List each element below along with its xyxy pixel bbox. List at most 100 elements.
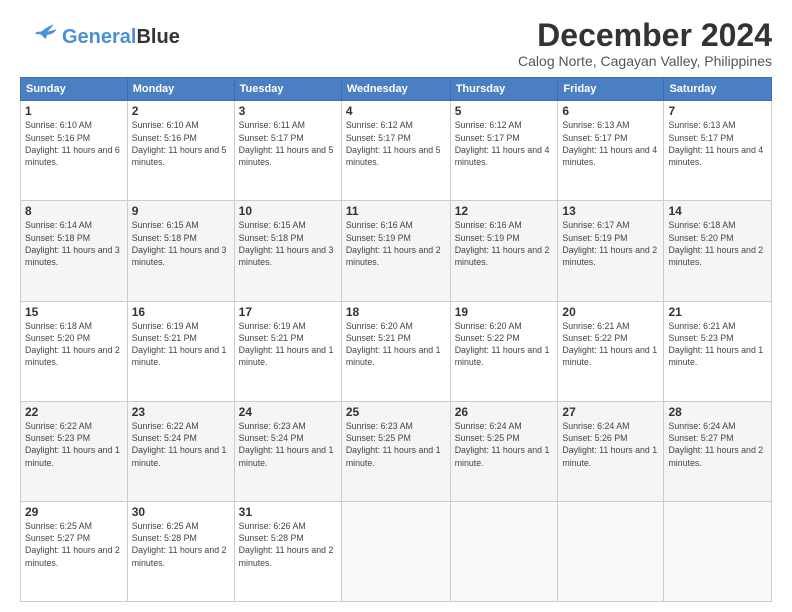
calendar-cell: 29 Sunrise: 6:25 AM Sunset: 5:27 PM Dayl…	[21, 501, 128, 601]
sunrise-text: Sunrise: 6:19 AM	[132, 321, 199, 331]
sunrise-text: Sunrise: 6:10 AM	[25, 120, 92, 130]
day-number: 3	[239, 104, 337, 118]
day-number: 8	[25, 204, 123, 218]
day-number: 27	[562, 405, 659, 419]
calendar-cell: 14 Sunrise: 6:18 AM Sunset: 5:20 PM Dayl…	[664, 201, 772, 301]
daylight-text: Daylight: 11 hours and 1 minute.	[562, 345, 657, 367]
sunset-text: Sunset: 5:19 PM	[346, 233, 411, 243]
logo-blue: Blue	[136, 26, 179, 48]
day-number: 26	[455, 405, 554, 419]
logo: GeneralBlue	[20, 18, 180, 56]
day-number: 24	[239, 405, 337, 419]
sunset-text: Sunset: 5:19 PM	[562, 233, 627, 243]
daylight-text: Daylight: 11 hours and 2 minutes.	[132, 545, 227, 567]
sunset-text: Sunset: 5:17 PM	[239, 133, 304, 143]
calendar-cell: 9 Sunrise: 6:15 AM Sunset: 5:18 PM Dayli…	[127, 201, 234, 301]
calendar-cell: 23 Sunrise: 6:22 AM Sunset: 5:24 PM Dayl…	[127, 401, 234, 501]
col-saturday: Saturday	[664, 78, 772, 101]
day-info: Sunrise: 6:23 AM Sunset: 5:25 PM Dayligh…	[346, 420, 446, 469]
calendar-cell: 6 Sunrise: 6:13 AM Sunset: 5:17 PM Dayli…	[558, 101, 664, 201]
sunset-text: Sunset: 5:21 PM	[346, 333, 411, 343]
sunset-text: Sunset: 5:24 PM	[132, 433, 197, 443]
calendar-cell: 30 Sunrise: 6:25 AM Sunset: 5:28 PM Dayl…	[127, 501, 234, 601]
daylight-text: Daylight: 11 hours and 1 minute.	[455, 345, 550, 367]
calendar-cell: 15 Sunrise: 6:18 AM Sunset: 5:20 PM Dayl…	[21, 301, 128, 401]
day-info: Sunrise: 6:17 AM Sunset: 5:19 PM Dayligh…	[562, 219, 659, 268]
daylight-text: Daylight: 11 hours and 2 minutes.	[25, 545, 120, 567]
day-info: Sunrise: 6:20 AM Sunset: 5:21 PM Dayligh…	[346, 320, 446, 369]
sunrise-text: Sunrise: 6:22 AM	[132, 421, 199, 431]
day-number: 5	[455, 104, 554, 118]
calendar-cell: 27 Sunrise: 6:24 AM Sunset: 5:26 PM Dayl…	[558, 401, 664, 501]
sunset-text: Sunset: 5:16 PM	[25, 133, 90, 143]
day-info: Sunrise: 6:19 AM Sunset: 5:21 PM Dayligh…	[132, 320, 230, 369]
daylight-text: Daylight: 11 hours and 2 minutes.	[239, 545, 334, 567]
sunset-text: Sunset: 5:18 PM	[132, 233, 197, 243]
calendar-cell: 7 Sunrise: 6:13 AM Sunset: 5:17 PM Dayli…	[664, 101, 772, 201]
sunset-text: Sunset: 5:25 PM	[346, 433, 411, 443]
calendar-cell: 21 Sunrise: 6:21 AM Sunset: 5:23 PM Dayl…	[664, 301, 772, 401]
daylight-text: Daylight: 11 hours and 3 minutes.	[132, 245, 227, 267]
day-number: 31	[239, 505, 337, 519]
location: Calog Norte, Cagayan Valley, Philippines	[518, 53, 772, 69]
day-number: 20	[562, 305, 659, 319]
calendar-cell: 10 Sunrise: 6:15 AM Sunset: 5:18 PM Dayl…	[234, 201, 341, 301]
day-info: Sunrise: 6:19 AM Sunset: 5:21 PM Dayligh…	[239, 320, 337, 369]
daylight-text: Daylight: 11 hours and 1 minute.	[668, 345, 763, 367]
day-info: Sunrise: 6:20 AM Sunset: 5:22 PM Dayligh…	[455, 320, 554, 369]
calendar-cell	[664, 501, 772, 601]
day-info: Sunrise: 6:10 AM Sunset: 5:16 PM Dayligh…	[25, 119, 123, 168]
day-number: 29	[25, 505, 123, 519]
sunset-text: Sunset: 5:21 PM	[239, 333, 304, 343]
calendar-week-5: 29 Sunrise: 6:25 AM Sunset: 5:27 PM Dayl…	[21, 501, 772, 601]
calendar-cell: 5 Sunrise: 6:12 AM Sunset: 5:17 PM Dayli…	[450, 101, 558, 201]
daylight-text: Daylight: 11 hours and 2 minutes.	[668, 445, 763, 467]
day-number: 30	[132, 505, 230, 519]
day-number: 23	[132, 405, 230, 419]
sunset-text: Sunset: 5:27 PM	[668, 433, 733, 443]
sunrise-text: Sunrise: 6:18 AM	[25, 321, 92, 331]
day-number: 25	[346, 405, 446, 419]
daylight-text: Daylight: 11 hours and 2 minutes.	[455, 245, 550, 267]
day-info: Sunrise: 6:21 AM Sunset: 5:22 PM Dayligh…	[562, 320, 659, 369]
sunset-text: Sunset: 5:16 PM	[132, 133, 197, 143]
day-number: 11	[346, 204, 446, 218]
sunrise-text: Sunrise: 6:26 AM	[239, 521, 306, 531]
calendar-cell: 11 Sunrise: 6:16 AM Sunset: 5:19 PM Dayl…	[341, 201, 450, 301]
calendar-cell: 4 Sunrise: 6:12 AM Sunset: 5:17 PM Dayli…	[341, 101, 450, 201]
sunrise-text: Sunrise: 6:12 AM	[346, 120, 413, 130]
logo-general: General	[62, 26, 136, 48]
sunrise-text: Sunrise: 6:13 AM	[668, 120, 735, 130]
sunrise-text: Sunrise: 6:17 AM	[562, 220, 629, 230]
sunrise-text: Sunrise: 6:18 AM	[668, 220, 735, 230]
calendar-cell: 8 Sunrise: 6:14 AM Sunset: 5:18 PM Dayli…	[21, 201, 128, 301]
daylight-text: Daylight: 11 hours and 3 minutes.	[25, 245, 120, 267]
day-number: 17	[239, 305, 337, 319]
sunrise-text: Sunrise: 6:12 AM	[455, 120, 522, 130]
sunrise-text: Sunrise: 6:24 AM	[455, 421, 522, 431]
daylight-text: Daylight: 11 hours and 5 minutes.	[346, 145, 441, 167]
sunrise-text: Sunrise: 6:21 AM	[562, 321, 629, 331]
day-info: Sunrise: 6:10 AM Sunset: 5:16 PM Dayligh…	[132, 119, 230, 168]
daylight-text: Daylight: 11 hours and 6 minutes.	[25, 145, 120, 167]
sunset-text: Sunset: 5:20 PM	[668, 233, 733, 243]
calendar-cell: 20 Sunrise: 6:21 AM Sunset: 5:22 PM Dayl…	[558, 301, 664, 401]
day-number: 2	[132, 104, 230, 118]
calendar-cell: 1 Sunrise: 6:10 AM Sunset: 5:16 PM Dayli…	[21, 101, 128, 201]
daylight-text: Daylight: 11 hours and 1 minute.	[132, 445, 227, 467]
daylight-text: Daylight: 11 hours and 1 minute.	[239, 445, 334, 467]
sunrise-text: Sunrise: 6:13 AM	[562, 120, 629, 130]
day-number: 6	[562, 104, 659, 118]
day-info: Sunrise: 6:18 AM Sunset: 5:20 PM Dayligh…	[25, 320, 123, 369]
col-monday: Monday	[127, 78, 234, 101]
col-sunday: Sunday	[21, 78, 128, 101]
day-number: 19	[455, 305, 554, 319]
sunset-text: Sunset: 5:23 PM	[25, 433, 90, 443]
calendar-cell: 31 Sunrise: 6:26 AM Sunset: 5:28 PM Dayl…	[234, 501, 341, 601]
day-info: Sunrise: 6:16 AM Sunset: 5:19 PM Dayligh…	[346, 219, 446, 268]
day-number: 1	[25, 104, 123, 118]
day-info: Sunrise: 6:22 AM Sunset: 5:24 PM Dayligh…	[132, 420, 230, 469]
day-info: Sunrise: 6:24 AM Sunset: 5:26 PM Dayligh…	[562, 420, 659, 469]
day-info: Sunrise: 6:25 AM Sunset: 5:27 PM Dayligh…	[25, 520, 123, 569]
day-info: Sunrise: 6:24 AM Sunset: 5:25 PM Dayligh…	[455, 420, 554, 469]
